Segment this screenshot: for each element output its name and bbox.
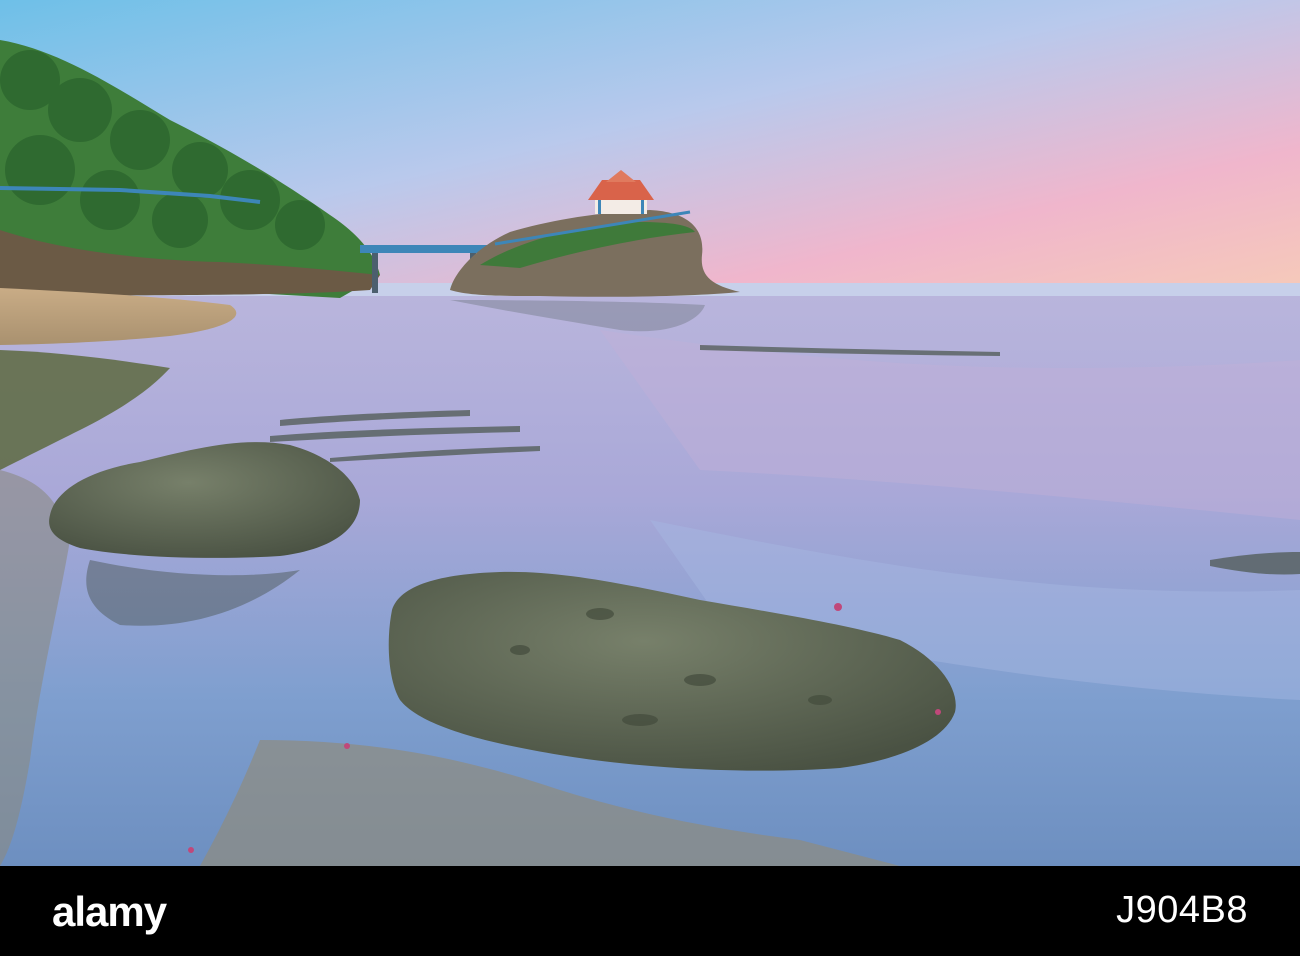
stock-image-id: J904B8 <box>1116 889 1248 931</box>
seascape-photo <box>0 0 1300 866</box>
footbridge <box>360 245 490 253</box>
stock-footer-bar: alamy J904B8 <box>0 866 1300 956</box>
alamy-logo: alamy <box>52 888 167 935</box>
seascape-illustration <box>0 0 1300 866</box>
bridge-pillar-left <box>372 253 378 293</box>
stock-photo-page: alamy J904B8 <box>0 0 1300 956</box>
